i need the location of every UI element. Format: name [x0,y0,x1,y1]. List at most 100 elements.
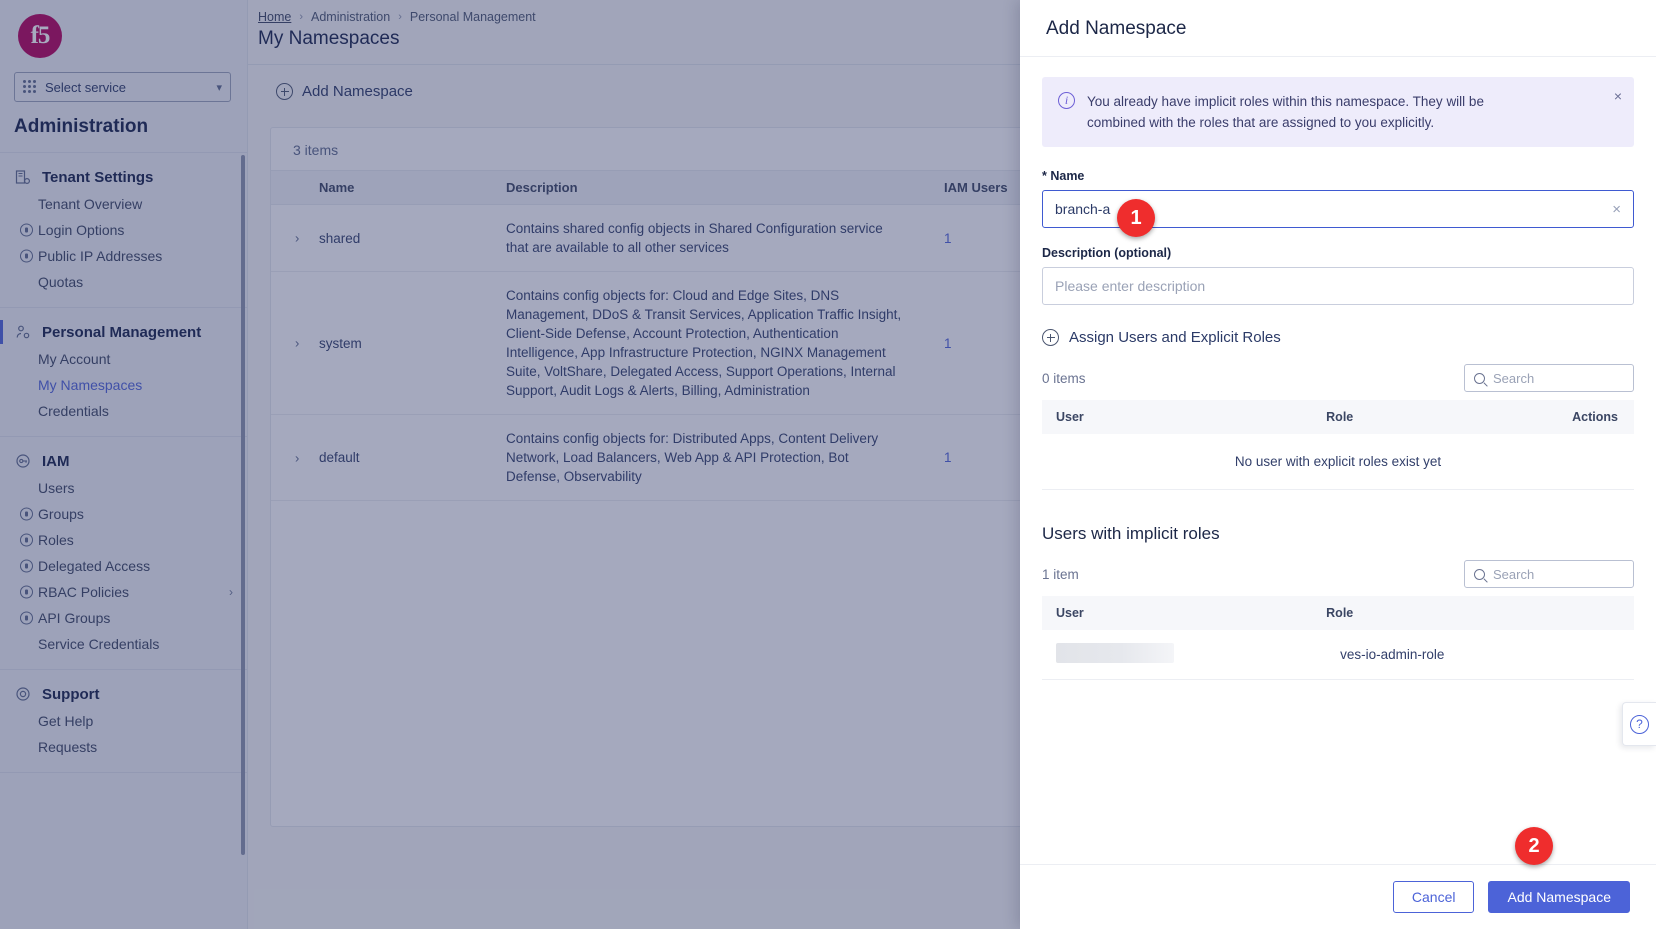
nav-head-support[interactable]: Support [0,680,247,708]
sidebar-item-roles[interactable]: Roles [0,527,247,553]
cell-role: ves-io-admin-role [1326,630,1540,680]
assign-users-label: Assign Users and Explicit Roles [1069,329,1281,346]
namespace-name: shared [319,230,361,246]
explicit-roles-search-input[interactable]: Search [1464,364,1634,392]
sidebar-item-label: Login Options [38,222,125,238]
help-button[interactable]: ? [1622,702,1656,746]
cell-description: Contains config objects for: Distributed… [506,414,926,501]
nav-group-personal-management: Personal Management My Account My Namesp… [0,308,247,437]
sidebar-item-login-options[interactable]: Login Options [0,217,247,243]
sidebar-item-my-account[interactable]: My Account [0,346,247,372]
redacted-user-value [1056,643,1174,663]
column-header-user: User [1042,400,1327,434]
service-selector-label: Select service [45,79,126,95]
close-icon[interactable]: × [1614,89,1622,103]
assign-users-button[interactable]: Assign Users and Explicit Roles [1042,329,1634,346]
column-header-name[interactable]: Name [271,170,506,205]
lock-icon [20,611,33,625]
implicit-roles-title: Users with implicit roles [1042,524,1220,543]
panel-body: i You already have implicit roles within… [1020,57,1656,864]
sidebar-item-rbac-policies[interactable]: RBAC Policies › [0,579,247,605]
sidebar-item-label: Public IP Addresses [38,248,163,264]
panel-title: Add Namespace [1046,18,1187,39]
breadcrumb-home[interactable]: Home [258,10,291,24]
info-banner-text: You already have implicit roles within t… [1087,94,1484,130]
sidebar-item-label: Groups [38,506,84,522]
column-header-actions: Actions [1539,400,1634,434]
breadcrumb-administration[interactable]: Administration [311,10,390,24]
sidebar-item-label: Delegated Access [38,558,151,574]
add-namespace-button[interactable]: Add Namespace [276,83,413,100]
cell-name: › system [271,271,506,415]
sidebar-item-get-help[interactable]: Get Help [0,708,247,734]
sidebar-item-api-groups[interactable]: API Groups [0,605,247,631]
clear-icon[interactable]: × [1612,201,1621,218]
sidebar-item-quotas[interactable]: Quotas [0,269,247,295]
sidebar-item-my-namespaces[interactable]: My Namespaces [0,372,247,398]
sidebar-section-title: Administration [0,102,247,153]
namespace-name: system [319,335,362,351]
nav-group-support: Support Get Help Requests [0,670,247,773]
question-mark-icon: ? [1630,714,1649,734]
column-header-role: Role [1326,596,1540,630]
nav-head-iam[interactable]: IAM [0,447,247,475]
sidebar-item-label: RBAC Policies [38,584,130,600]
f5-logo-icon: f5 [18,14,62,58]
nav-head-personal-management[interactable]: Personal Management [0,318,247,346]
nav-group-tenant-settings: Tenant Settings Tenant Overview Login Op… [0,153,247,308]
sidebar-item-delegated-access[interactable]: Delegated Access [0,553,247,579]
description-input[interactable]: Please enter description [1042,267,1634,305]
sidebar-item-requests[interactable]: Requests [0,734,247,760]
building-settings-icon [14,168,32,186]
table-header-row: User Role [1042,596,1634,630]
explicit-roles-empty-text: No user with explicit roles exist yet [1042,434,1634,490]
implicit-roles-count: 1 item [1042,566,1079,582]
sidebar-item-label: Service Credentials [38,636,160,652]
sidebar-item-users[interactable]: Users [0,475,247,501]
explicit-roles-toolbar: 0 items Search [1042,364,1634,392]
annotation-badge-1: 1 [1117,199,1155,237]
sidebar-scrollbar[interactable] [241,155,245,855]
add-namespace-panel: Add Namespace i You already have implici… [1020,0,1656,929]
column-header-user: User [1042,596,1327,630]
sidebar-item-credentials[interactable]: Credentials [0,398,247,424]
implicit-roles-search-input[interactable]: Search [1464,560,1634,588]
grid-icon [23,80,37,94]
search-icon [1474,372,1485,384]
cell-description: Contains shared config objects in Shared… [506,204,926,272]
key-icon [14,452,32,470]
lock-icon [20,533,33,547]
sidebar-item-tenant-overview[interactable]: Tenant Overview [0,191,247,217]
user-settings-icon [14,323,32,341]
service-selector[interactable]: Select service ▾ [14,72,231,102]
lock-icon [20,249,33,263]
sidebar-item-label: Quotas [38,274,84,290]
table-row: ves-io-admin-role [1042,630,1634,680]
nav-head-tenant-settings[interactable]: Tenant Settings [0,163,247,191]
implicit-roles-table: User Role ves-io-admin-role [1042,596,1634,680]
column-header-description[interactable]: Description [506,170,926,205]
sidebar-item-service-credentials[interactable]: Service Credentials [0,631,247,657]
submit-add-namespace-button[interactable]: Add Namespace [1488,881,1630,913]
sidebar-item-public-ip-addresses[interactable]: Public IP Addresses [0,243,247,269]
info-icon: i [1058,92,1075,109]
description-field-label: Description (optional) [1042,246,1172,260]
sidebar-item-label: My Namespaces [38,377,143,393]
panel-header: Add Namespace [1020,0,1656,57]
sidebar-item-label: Roles [38,532,74,548]
explicit-roles-count: 0 items [1042,370,1086,386]
cancel-button[interactable]: Cancel [1392,881,1475,913]
sidebar-item-label: Tenant Overview [38,196,143,212]
expand-row-icon[interactable]: › [295,450,299,465]
panel-footer: Cancel Add Namespace [1020,864,1656,929]
expand-row-icon[interactable]: › [295,336,299,351]
expand-row-icon[interactable]: › [295,231,299,246]
table-header-row: User Role Actions [1042,400,1634,434]
sidebar-item-groups[interactable]: Groups [0,501,247,527]
breadcrumb-personal-management[interactable]: Personal Management [410,10,536,24]
implicit-roles-toolbar: 1 item Search [1042,560,1634,588]
annotation-badge-2: 2 [1515,827,1553,865]
info-banner: i You already have implicit roles within… [1042,77,1634,147]
sidebar-item-label: Get Help [38,713,94,729]
nav-head-label: IAM [42,452,70,470]
